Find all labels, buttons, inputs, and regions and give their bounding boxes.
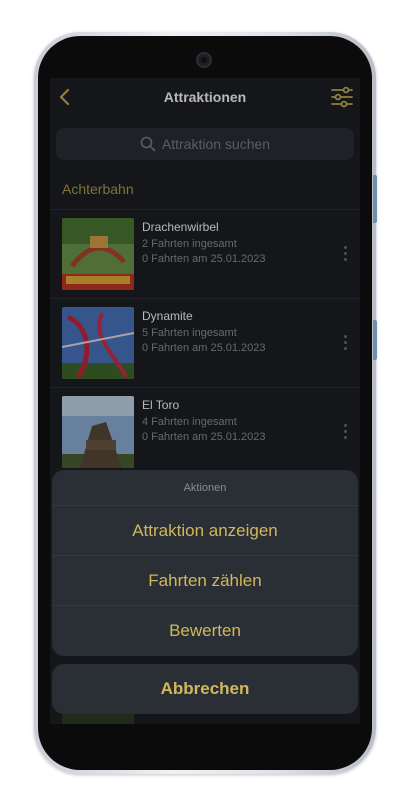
volume-button xyxy=(373,175,377,223)
count-rides-button[interactable]: Fahrten zählen xyxy=(52,556,358,606)
cancel-button[interactable]: Abbrechen xyxy=(52,664,358,714)
power-button xyxy=(373,320,377,360)
app-screen: Attraktionen Attraktion suchen Achterbah… xyxy=(50,78,360,724)
action-sheet-title: Aktionen xyxy=(52,470,358,506)
show-attraction-button[interactable]: Attraktion anzeigen xyxy=(52,506,358,556)
action-sheet: Aktionen Attraktion anzeigen Fahrten zäh… xyxy=(52,470,358,656)
rate-button[interactable]: Bewerten xyxy=(52,606,358,656)
front-camera xyxy=(196,52,212,68)
